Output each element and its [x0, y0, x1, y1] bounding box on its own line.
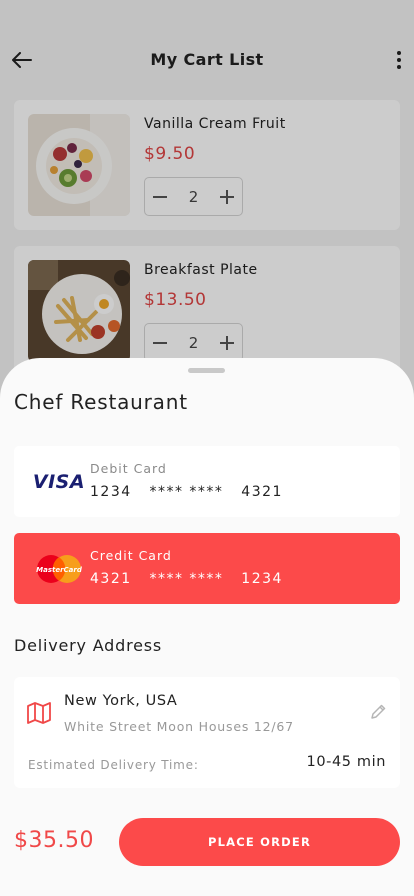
mastercard-logo: MasterCard — [28, 551, 90, 587]
delivery-time-value: 10-45 min — [306, 754, 386, 770]
delivery-address-title: Delivery Address — [14, 636, 163, 655]
visa-logo: VISA — [28, 464, 90, 500]
delivery-time-label: Estimated Delivery Time: — [28, 758, 199, 772]
address-city: New York, USA — [64, 693, 178, 709]
checkout-sheet: Chef Restaurant VISA Debit Card 1234 ***… — [0, 358, 414, 896]
card-type-label: Credit Card — [90, 548, 172, 563]
sheet-drag-handle[interactable] — [188, 368, 225, 373]
map-icon — [27, 702, 51, 724]
card-number: 4321 **** **** 1234 — [90, 571, 283, 587]
delivery-address-card: New York, USA White Street Moon Houses 1… — [14, 677, 400, 788]
visa-logo-text: VISA — [32, 471, 86, 493]
payment-option-credit-card[interactable]: MasterCard Credit Card 4321 **** **** 12… — [14, 533, 400, 604]
payment-option-debit-card[interactable]: VISA Debit Card 1234 **** **** 4321 — [14, 446, 400, 517]
mastercard-logo-text: MasterCard — [36, 566, 82, 574]
address-street: White Street Moon Houses 12/67 — [64, 719, 294, 734]
card-number: 1234 **** **** 4321 — [90, 484, 283, 500]
place-order-button[interactable]: PLACE ORDER — [119, 818, 400, 866]
restaurant-name: Chef Restaurant — [14, 390, 188, 414]
order-total: $35.50 — [14, 828, 94, 853]
card-type-label: Debit Card — [90, 461, 167, 476]
pencil-icon[interactable] — [369, 703, 387, 721]
